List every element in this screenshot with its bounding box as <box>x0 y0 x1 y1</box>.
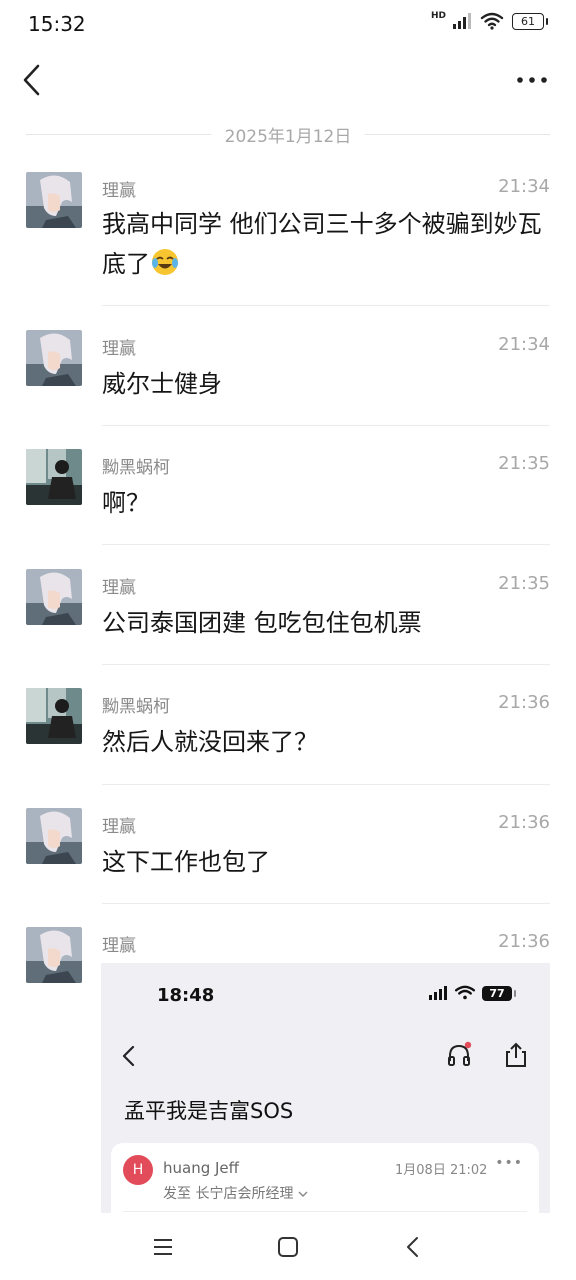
back-button[interactable] <box>16 60 52 100</box>
hd-label: HD <box>430 11 446 21</box>
image-status-time: 18:48 <box>157 985 215 1006</box>
message-text: 我高中同学 他们公司三十多个被骗到妙瓦底了 <box>102 204 552 284</box>
message-text: 然后人就没回来了？ <box>102 728 318 756</box>
system-nav-bar <box>0 1214 576 1280</box>
message-time: 21:35 <box>498 453 550 474</box>
sender-name: 理赢 <box>102 936 136 956</box>
sender-name: 理赢 <box>102 578 136 598</box>
avatar[interactable] <box>26 330 82 386</box>
avatar[interactable] <box>26 449 82 505</box>
message-text: 啊？ <box>102 489 150 517</box>
divider <box>26 133 211 135</box>
message-time: 21:35 <box>498 573 550 594</box>
date-label: 2025年1月12日 <box>224 126 352 147</box>
more-horizontal-icon: ••• <box>495 1155 523 1171</box>
message-time: 21:36 <box>498 692 550 713</box>
avatar[interactable] <box>26 808 82 864</box>
menu-button[interactable] <box>148 1232 178 1262</box>
message-item[interactable]: 黝黑蜗柯 21:35 啊？ <box>0 449 576 545</box>
date-separator: 2025年1月12日 <box>26 118 550 150</box>
message-time: 21:36 <box>498 812 550 833</box>
divider <box>123 1211 527 1212</box>
top-nav <box>0 50 576 112</box>
signal-icon <box>453 13 471 29</box>
battery-icon: 61 <box>512 12 548 30</box>
wifi-icon <box>454 985 476 1000</box>
avatar[interactable] <box>26 172 82 228</box>
image-mail-title: 孟平我是吉富SOS <box>124 1099 294 1123</box>
message-time: 21:34 <box>498 334 550 355</box>
image-mail-recipient-text: 发至 长宁店会所经理 <box>163 1186 294 1202</box>
message-image[interactable]: 18:48 77 孟平我是吉富SOS H huang Jeff 1月08日 21… <box>101 963 550 1213</box>
message-time: 21:34 <box>498 176 550 197</box>
sender-name: 理赢 <box>102 181 136 201</box>
image-mail-date: 1月08日 21:02 <box>395 1163 488 1178</box>
chevron-down-icon <box>298 1191 308 1197</box>
divider <box>365 133 550 135</box>
image-mail-recipient: 发至 长宁店会所经理 <box>163 1183 308 1203</box>
message-text: 这下工作也包了 <box>102 848 270 876</box>
status-bar: 15:32 HD 61 <box>0 0 576 50</box>
message-item[interactable]: 理赢 21:34 威尔士健身 <box>0 330 576 426</box>
home-button[interactable] <box>273 1232 303 1262</box>
image-mail-card: H huang Jeff 1月08日 21:02 ••• 发至 长宁店会所经理 <box>111 1143 539 1213</box>
crying-laughing-emoji <box>152 249 178 275</box>
message-item[interactable]: 理赢 21:35 公司泰国团建 包吃包住包机票 <box>0 569 576 665</box>
status-icons: HD 61 <box>430 11 548 30</box>
sender-name: 理赢 <box>102 339 136 359</box>
headphone-icon <box>448 1041 472 1066</box>
avatar: H <box>123 1155 153 1185</box>
image-status-icons: 77 <box>428 985 516 1001</box>
image-mail-sender: huang Jeff <box>163 1159 239 1177</box>
divider <box>102 425 550 426</box>
sender-name: 黝黑蜗柯 <box>102 697 170 717</box>
divider <box>102 544 550 545</box>
avatar[interactable] <box>26 688 82 744</box>
status-time: 15:32 <box>28 12 86 36</box>
avatar[interactable] <box>26 569 82 625</box>
sender-name: 理赢 <box>102 817 136 837</box>
battery-icon: 77 <box>482 985 516 1001</box>
message-text: 公司泰国团建 包吃包住包机票 <box>102 609 422 637</box>
divider <box>102 784 550 785</box>
avatar[interactable] <box>26 927 82 983</box>
message-text: 威尔士健身 <box>102 370 222 398</box>
message-item[interactable]: 理赢 21:36 这下工作也包了 <box>0 808 576 904</box>
divider <box>102 305 550 306</box>
message-item[interactable]: 黝黑蜗柯 21:36 然后人就没回来了？ <box>0 688 576 785</box>
message-item[interactable]: 理赢 21:34 我高中同学 他们公司三十多个被骗到妙瓦底了 <box>0 170 576 306</box>
back-nav-button[interactable] <box>398 1232 428 1262</box>
signal-icon <box>429 986 447 1000</box>
share-icon <box>506 1042 526 1067</box>
divider <box>102 903 550 904</box>
sender-name: 黝黑蜗柯 <box>102 458 170 478</box>
more-options-button[interactable] <box>514 68 550 92</box>
message-time: 21:36 <box>498 931 550 952</box>
wifi-icon <box>480 12 504 30</box>
divider <box>102 664 550 665</box>
chevron-left-icon <box>122 1045 135 1067</box>
